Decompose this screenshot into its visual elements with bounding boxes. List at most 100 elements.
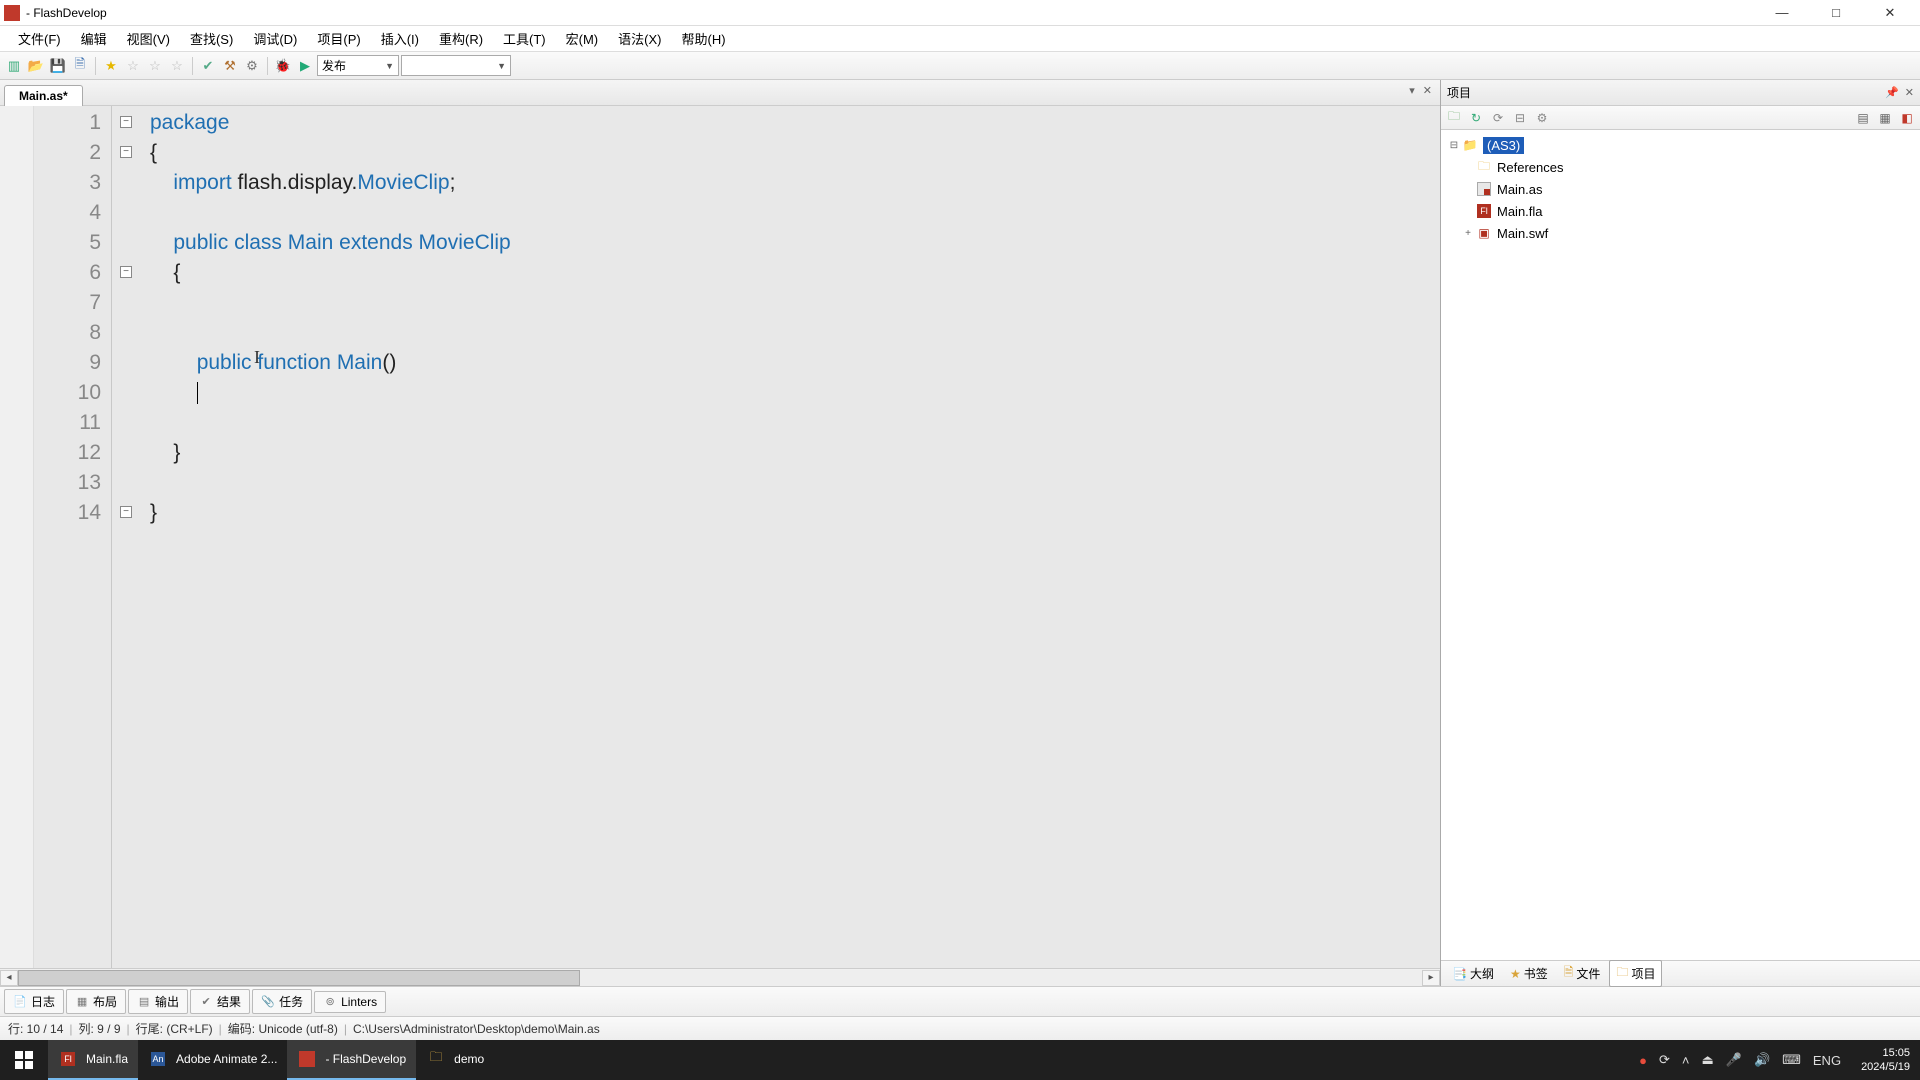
code-line[interactable]: }	[150, 438, 1440, 468]
fold-toggle-icon[interactable]: −	[120, 266, 132, 278]
menu-item[interactable]: 视图(V)	[117, 26, 180, 51]
code-line[interactable]: {	[150, 258, 1440, 288]
scroll-track[interactable]	[18, 970, 1422, 986]
output-tab[interactable]: ▤输出	[128, 989, 188, 1014]
show-all-icon[interactable]: 🗀	[1445, 109, 1463, 127]
file-tab[interactable]: Main.as*	[4, 85, 83, 106]
build-config-combo[interactable]: 发布 ▼	[317, 55, 399, 76]
panel-bottom-tab[interactable]: ★书签	[1503, 962, 1555, 985]
panel-close-icon[interactable]: ✕	[1905, 86, 1914, 99]
panel-pin-icon[interactable]: 📌	[1885, 86, 1899, 99]
close-button[interactable]: ✕	[1872, 3, 1908, 23]
output-tab[interactable]: ✔结果	[190, 989, 250, 1014]
code-line[interactable]	[150, 408, 1440, 438]
taskbar-item[interactable]: 🗀demo	[416, 1040, 494, 1080]
fold-toggle-icon[interactable]: −	[120, 146, 132, 158]
output-tab[interactable]: ▦布局	[66, 989, 126, 1014]
taskbar-item[interactable]: - FlashDevelop	[287, 1040, 416, 1080]
tray-sync-icon[interactable]: ⟳	[1659, 1052, 1670, 1068]
scroll-right-icon[interactable]: ▸	[1422, 970, 1440, 986]
build-icon[interactable]: ⚒	[220, 56, 240, 76]
menu-item[interactable]: 重构(R)	[429, 26, 493, 51]
star-prev-icon[interactable]: ☆	[123, 56, 143, 76]
star-clear-icon[interactable]: ☆	[167, 56, 187, 76]
code-line[interactable]	[150, 288, 1440, 318]
sync-icon[interactable]: ⟳	[1489, 109, 1507, 127]
start-button[interactable]	[0, 1040, 48, 1080]
taskbar-item[interactable]: FlMain.fla	[48, 1040, 138, 1080]
fold-toggle-icon[interactable]: −	[120, 506, 132, 518]
save-icon[interactable]: 💾	[48, 56, 68, 76]
menu-item[interactable]: 文件(F)	[8, 26, 71, 51]
tree-node[interactable]: FlMain.fla	[1443, 200, 1918, 222]
check-syntax-icon[interactable]: ✔	[198, 56, 218, 76]
target-combo[interactable]: ▼	[401, 55, 511, 76]
panel-bottom-tab[interactable]: 🗎文件	[1557, 960, 1608, 987]
refresh-icon[interactable]: ↻	[1467, 109, 1485, 127]
code-line[interactable]	[150, 198, 1440, 228]
star-next-icon[interactable]: ☆	[145, 56, 165, 76]
output-tab[interactable]: 📎任务	[252, 989, 312, 1014]
menu-item[interactable]: 工具(T)	[493, 26, 556, 51]
menu-item[interactable]: 调试(D)	[243, 26, 307, 51]
code-line[interactable]: package	[150, 108, 1440, 138]
view-list-icon[interactable]: ▤	[1854, 109, 1872, 127]
gear-icon[interactable]: ⚙	[242, 56, 262, 76]
code-line[interactable]: {	[150, 138, 1440, 168]
tray-volume-icon[interactable]: 🔊	[1754, 1052, 1770, 1068]
scroll-left-icon[interactable]: ◂	[0, 970, 18, 986]
tray-ime-icon[interactable]: ⌨	[1782, 1052, 1801, 1068]
editor-hscrollbar[interactable]: ◂ ▸	[0, 968, 1440, 986]
fold-gutter[interactable]: − − − −	[112, 106, 146, 968]
minimize-button[interactable]: —	[1764, 3, 1800, 23]
tree-collapse-icon[interactable]: ⊟	[1447, 140, 1461, 151]
maximize-button[interactable]: □	[1818, 3, 1854, 23]
tray-mic-icon[interactable]: 🎤	[1726, 1052, 1742, 1068]
new-file-icon[interactable]: ▥	[4, 56, 24, 76]
tree-node[interactable]: Main.as	[1443, 178, 1918, 200]
taskbar-item[interactable]: AnAdobe Animate 2...	[138, 1040, 287, 1080]
code-line[interactable]	[150, 468, 1440, 498]
debug-icon[interactable]: 🐞	[273, 56, 293, 76]
code-line[interactable]	[150, 378, 1440, 408]
code-line[interactable]: public function Main()	[150, 348, 1440, 378]
tray-usb-icon[interactable]: ⏏	[1701, 1052, 1713, 1068]
tree-expand-icon[interactable]: +	[1461, 228, 1475, 239]
menu-item[interactable]: 插入(I)	[371, 26, 429, 51]
fold-toggle-icon[interactable]: −	[120, 116, 132, 128]
code-line[interactable]: import flash.display.MovieClip;	[150, 168, 1440, 198]
save-all-icon[interactable]: 🗎	[70, 56, 90, 76]
code-line[interactable]: public class Main extends MovieClip	[150, 228, 1440, 258]
tray-chevron-up-icon[interactable]: ˄	[1682, 1053, 1690, 1068]
scroll-thumb[interactable]	[18, 970, 580, 986]
output-tab[interactable]: 📄日志	[4, 989, 64, 1014]
menu-item[interactable]: 编辑	[71, 26, 117, 51]
project-tree[interactable]: ⊟ 📁 (AS3) 🗀ReferencesMain.asFlMain.fla+▣…	[1441, 130, 1920, 960]
tab-close-icon[interactable]: ✕	[1421, 84, 1434, 97]
collapse-icon[interactable]: ⊟	[1511, 109, 1529, 127]
tree-node[interactable]: +▣Main.swf	[1443, 222, 1918, 244]
open-file-icon[interactable]: 📂	[26, 56, 46, 76]
code-line[interactable]: }	[150, 498, 1440, 528]
tray-language[interactable]: ENG	[1813, 1053, 1841, 1068]
panel-menu-icon[interactable]: ◧	[1898, 109, 1916, 127]
menu-item[interactable]: 语法(X)	[608, 26, 671, 51]
output-tab[interactable]: ⊚Linters	[314, 991, 386, 1013]
menu-item[interactable]: 宏(M)	[556, 26, 609, 51]
menu-item[interactable]: 帮助(H)	[671, 26, 735, 51]
panel-bottom-tab[interactable]: 📑大纲	[1445, 962, 1501, 985]
star-icon[interactable]: ★	[101, 56, 121, 76]
properties-icon[interactable]: ⚙	[1533, 109, 1551, 127]
tray-notification-icon[interactable]: ●	[1639, 1053, 1647, 1068]
tree-node[interactable]: 🗀References	[1443, 156, 1918, 178]
run-icon[interactable]: ▶	[295, 56, 315, 76]
taskbar-clock[interactable]: 15:05 2024/5/19	[1853, 1046, 1910, 1074]
panel-bottom-tab[interactable]: 🗀项目	[1609, 960, 1662, 987]
code-editor[interactable]: 1234567891011121314 −−−− package{ import…	[0, 106, 1440, 968]
tab-list-icon[interactable]: ▾	[1407, 84, 1417, 97]
tree-root[interactable]: ⊟ 📁 (AS3)	[1443, 134, 1918, 156]
code-line[interactable]	[150, 318, 1440, 348]
code-area[interactable]: package{ import flash.display.MovieClip;…	[146, 106, 1440, 968]
view-grid-icon[interactable]: ▦	[1876, 109, 1894, 127]
menu-item[interactable]: 查找(S)	[180, 26, 243, 51]
